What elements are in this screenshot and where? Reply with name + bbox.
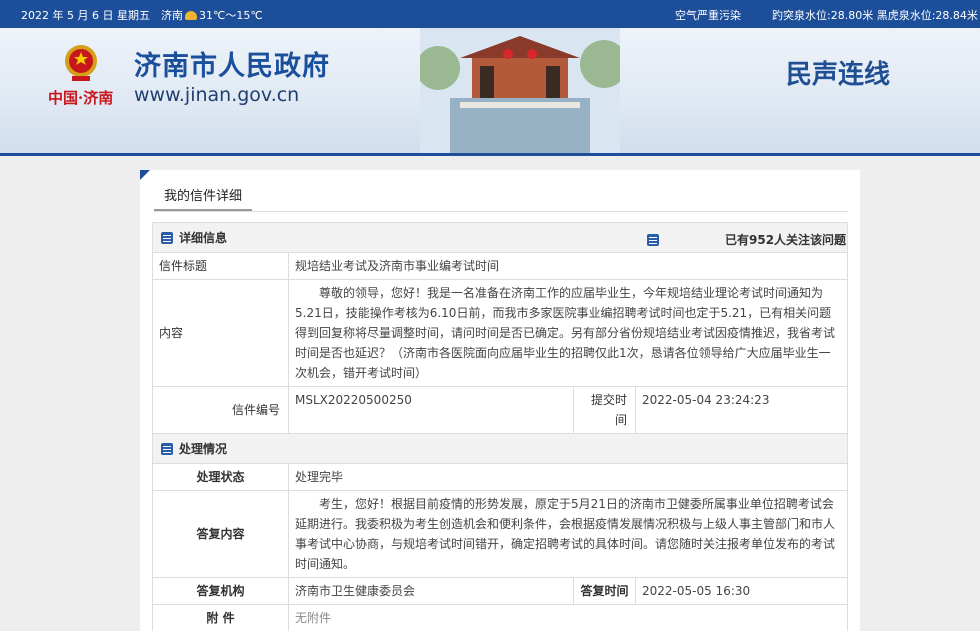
national-emblem-icon [65, 45, 97, 81]
attachment-label: 附 件 [153, 605, 289, 631]
details-section-title: 详细信息 [179, 231, 228, 245]
table-row: 答复内容 考生，您好！根据目前疫情的形势发展，原定于5月21日的济南市卫健委所属… [153, 491, 847, 578]
attachment-value: 无附件 [295, 611, 332, 625]
water-level-text: 趵突泉水位:28.80米 黑虎泉水位:28.84米 [772, 9, 978, 22]
air-quality-text: 空气严重污染 [675, 9, 741, 22]
emblem-caption: 中国·济南 [48, 89, 114, 107]
sun-cloud-icon [185, 11, 197, 20]
city-text: 济南 [161, 9, 183, 22]
attention-block: 已有952人关注该问题 [647, 231, 846, 248]
detail-table: 详细信息 已有952人关注该问题 信件标题 规培结业考试及济南市事业编考试时间 … [152, 222, 848, 631]
status-label: 处理状态 [153, 464, 289, 490]
table-row: 内容 尊敬的领导，您好！我是一名准备在济南工作的应届毕业生，今年规培结业理论考试… [153, 280, 847, 387]
tab-divider [154, 211, 848, 212]
title-label: 信件标题 [153, 253, 289, 279]
table-row: 信件编号 MSLX20220500250 提交时间 2022-05-04 23:… [153, 387, 847, 434]
header-banner: 中国·济南 济南市人民政府 www.jinan.gov.cn 民声连线 [0, 28, 980, 156]
top-info-bar: 2022 年 5 月 6 日 星期五 济南 31℃～15℃ 空气严重污染 趵突泉水… [0, 0, 980, 28]
content-label: 内容 [153, 280, 289, 386]
table-row: 处理状态 处理完毕 [153, 464, 847, 491]
details-section-header: 详细信息 已有952人关注该问题 [153, 223, 847, 253]
section-name: 民声连线 [786, 60, 891, 90]
table-row: 附 件 无附件 [153, 605, 847, 631]
list-icon [161, 442, 173, 455]
attention-count-text: 已有952人关注该问题 [725, 233, 847, 247]
reply-value: 考生，您好！根据目前疫情的形势发展，原定于5月21日的济南市卫健委所属事业单位招… [295, 497, 836, 571]
pavilion-scene-image [420, 28, 620, 156]
corner-marker [140, 170, 150, 180]
reply-time-label: 答复时间 [574, 578, 636, 604]
temperature-text: 31℃～15℃ [199, 9, 263, 22]
number-value: MSLX20220500250 [289, 387, 574, 433]
number-label: 信件编号 [153, 387, 289, 433]
table-row: 答复机构 济南市卫生健康委员会 答复时间 2022-05-05 16:30 [153, 578, 847, 605]
list-icon [647, 233, 659, 246]
handling-section-title: 处理情况 [179, 442, 228, 456]
table-row: 信件标题 规培结业考试及济南市事业编考试时间 [153, 253, 847, 280]
submit-time-label: 提交时间 [574, 387, 636, 433]
reply-org-value: 济南市卫生健康委员会 [289, 578, 574, 604]
site-url[interactable]: www.jinan.gov.cn [134, 84, 299, 106]
submit-time-value: 2022-05-04 23:24:23 [642, 393, 770, 407]
status-value: 处理完毕 [295, 470, 344, 484]
site-title[interactable]: 济南市人民政府 [134, 44, 330, 83]
tab-my-letter-detail[interactable]: 我的信件详细 [154, 185, 253, 211]
handling-section-header: 处理情况 [153, 434, 847, 464]
letter-detail-panel: 我的信件详细 详细信息 已有952人关注该问题 信件标题 规培结业考试及济南市事… [140, 170, 860, 631]
reply-time-value: 2022-05-05 16:30 [642, 584, 751, 598]
reply-label: 答复内容 [153, 491, 289, 577]
list-icon [161, 231, 173, 244]
content-value: 尊敬的领导，您好！我是一名准备在济南工作的应届毕业生，今年规培结业理论考试时间通… [295, 286, 836, 380]
title-value: 规培结业考试及济南市事业编考试时间 [295, 259, 500, 273]
weather-info: 济南 31℃～15℃ [161, 7, 263, 23]
banner-divider [0, 153, 980, 156]
reply-org-label: 答复机构 [153, 578, 289, 604]
date-text: 2022 年 5 月 6 日 星期五 [21, 9, 150, 22]
